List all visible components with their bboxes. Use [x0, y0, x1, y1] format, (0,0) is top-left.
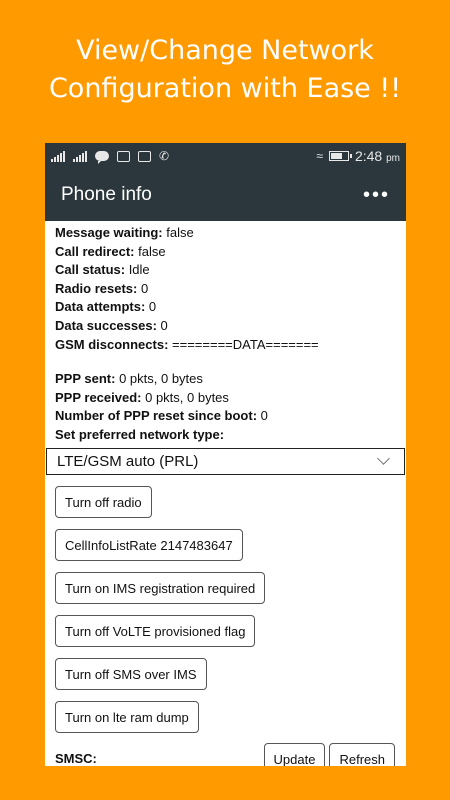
signal-icon — [51, 150, 65, 162]
app-bar: Phone info ••• — [45, 169, 406, 221]
turn-off-radio-button[interactable]: Turn off radio — [55, 485, 152, 518]
page-title: Phone info — [61, 184, 152, 205]
smsc-row: SMSC: Update Refresh — [55, 742, 396, 766]
volte-flag-button[interactable]: Turn off VoLTE provisioned flag — [55, 614, 256, 647]
status-bar: ✆ ≈ 2:48 pm — [45, 143, 406, 169]
clock: 2:48 pm — [354, 148, 400, 164]
sms-over-ims-button[interactable]: Turn off SMS over IMS — [55, 657, 207, 690]
info-data-attempts: Data attempts: 0 — [55, 299, 157, 315]
info-gsm-disconnects: GSM disconnects: ========DATA======= — [55, 336, 319, 352]
chevron-down-icon — [377, 452, 390, 465]
update-button[interactable]: Update — [263, 742, 326, 766]
promo-headline: View/Change Network Configuration with E… — [0, 32, 450, 108]
chat-icon — [95, 151, 109, 164]
network-type-value: LTE/GSM auto (PRL) — [57, 452, 199, 470]
lte-ram-dump-button[interactable]: Turn on lte ram dump — [55, 700, 199, 733]
phone-screen: ✆ ≈ 2:48 pm Phone info ••• Message waiti… — [45, 143, 406, 766]
promo-line-1: View/Change Network — [76, 35, 374, 66]
info-data-successes: Data successes: 0 — [55, 317, 168, 333]
cellinfo-rate-button[interactable]: CellInfoListRate 2147483647 — [55, 528, 243, 561]
info-call-status: Call status: Idle — [55, 262, 150, 278]
ims-registration-button[interactable]: Turn on IMS registration required — [55, 571, 266, 604]
call-muted-icon: ✆ — [159, 149, 170, 163]
pref-network-label: Set preferred network type: — [55, 426, 225, 442]
wifi-icon: ≈ — [316, 149, 323, 163]
info-call-redirect: Call redirect: false — [55, 243, 166, 259]
image-icon — [117, 150, 130, 162]
signal-icon-2 — [73, 150, 87, 162]
info-message-waiting: Message waiting: false — [55, 225, 194, 240]
smsc-label: SMSC: — [55, 751, 97, 766]
info-ppp-received: PPP received: 0 pkts, 0 bytes — [55, 389, 229, 405]
network-type-select[interactable]: LTE/GSM auto (PRL) — [46, 447, 405, 475]
phone-info-content: Message waiting: false Call redirect: fa… — [45, 221, 406, 766]
info-ppp-reset: Number of PPP reset since boot: 0 — [55, 408, 268, 424]
info-radio-resets: Radio resets: 0 — [55, 280, 149, 296]
mail-icon — [138, 150, 151, 162]
promo-line-2: Configuration with Ease !! — [48, 73, 402, 104]
refresh-button[interactable]: Refresh — [329, 742, 395, 766]
info-ppp-sent: PPP sent: 0 pkts, 0 bytes — [55, 371, 203, 387]
battery-icon — [328, 151, 352, 161]
more-options-icon[interactable]: ••• — [363, 185, 390, 205]
